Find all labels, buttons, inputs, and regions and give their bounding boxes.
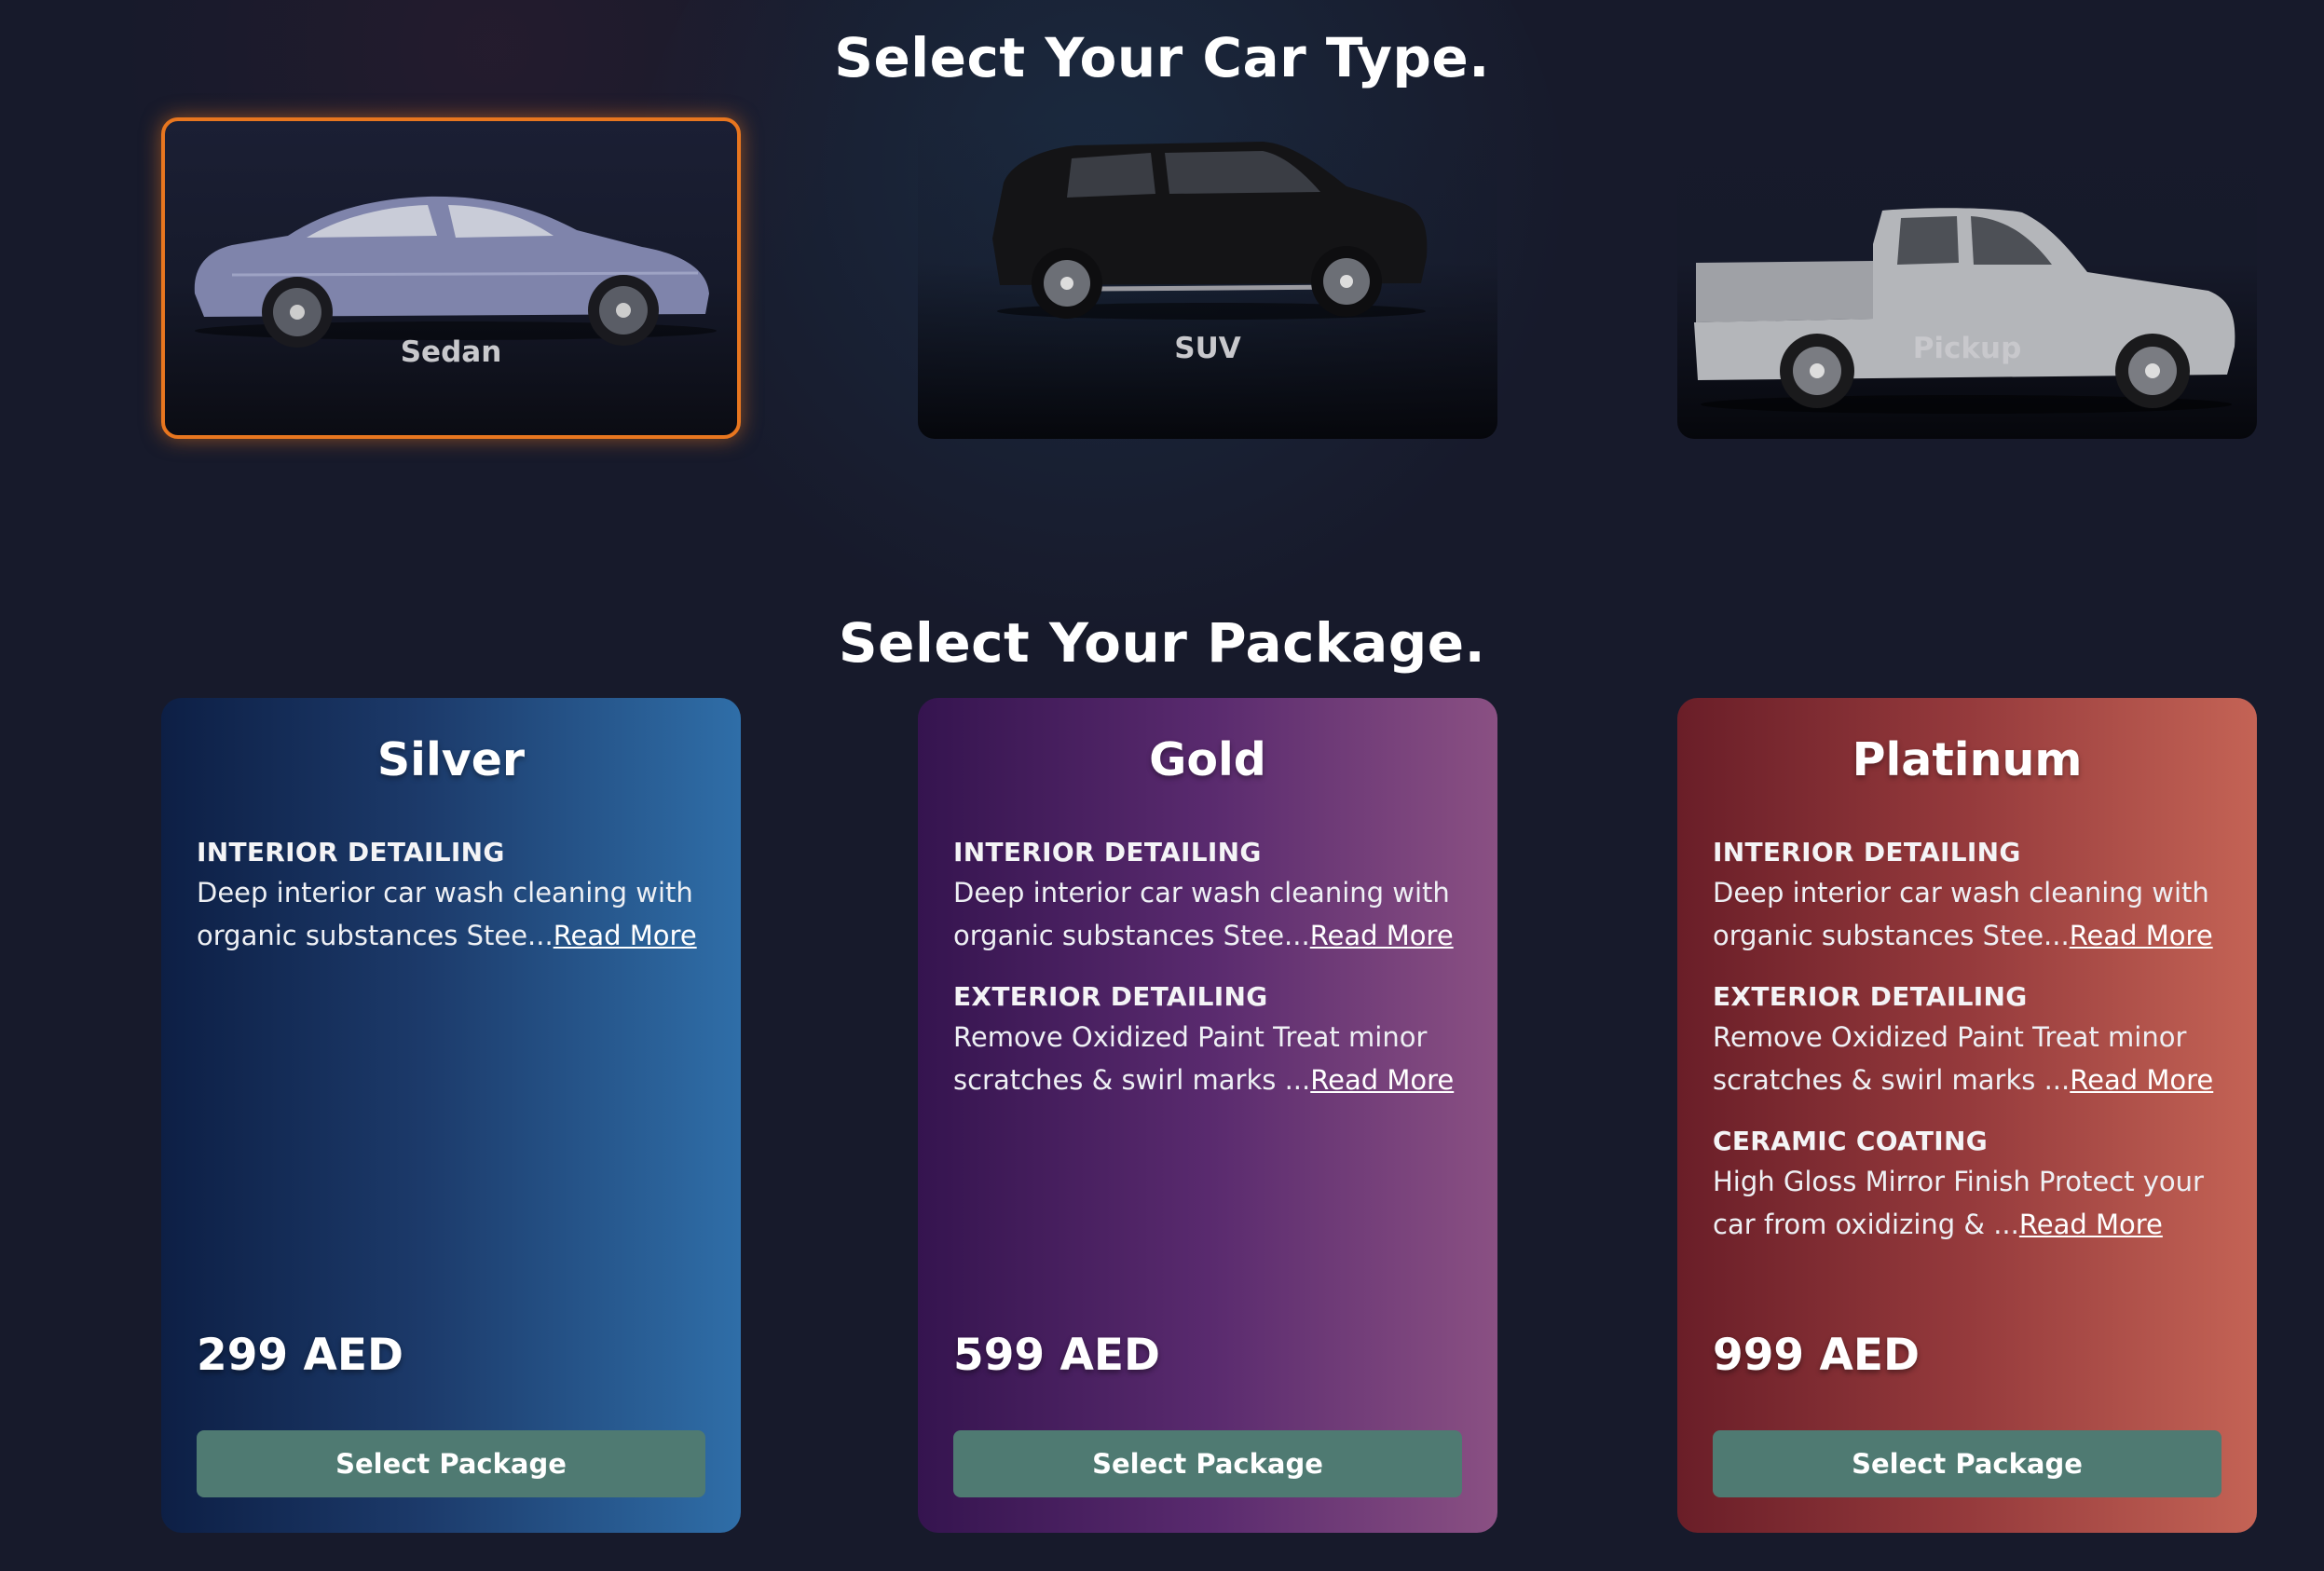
feature-title: INTERIOR DETAILING: [953, 837, 1262, 867]
feature-title: EXTERIOR DETAILING: [953, 981, 1268, 1012]
read-more-link[interactable]: Read More: [554, 920, 697, 951]
car-label-pickup: Pickup: [1912, 332, 2022, 365]
car-type-title: Select Your Car Type.: [834, 26, 1490, 89]
package-price: 999 AED: [1713, 1330, 1920, 1381]
feature-title: CERAMIC COATING: [1713, 1126, 1989, 1156]
car-card-sedan[interactable]: Sedan: [161, 117, 741, 439]
car-label-sedan: Sedan: [400, 335, 502, 369]
feature-exterior: EXTERIOR DETAILING Remove Oxidized Paint…: [953, 981, 1462, 1101]
feature-title: INTERIOR DETAILING: [1713, 837, 2021, 867]
package-name: Gold: [1149, 733, 1266, 786]
car-card-suv[interactable]: SUV: [918, 117, 1497, 439]
select-package-button[interactable]: Select Package: [953, 1430, 1462, 1497]
package-card-silver: Silver INTERIOR DETAILING Deep interior …: [161, 698, 741, 1533]
read-more-link[interactable]: Read More: [2070, 1064, 2213, 1096]
feature-interior: INTERIOR DETAILING Deep interior car was…: [197, 837, 705, 957]
read-more-link[interactable]: Read More: [2019, 1209, 2163, 1240]
feature-description: High Gloss Mirror Finish Protect your ca…: [1713, 1160, 2221, 1246]
car-card-pickup[interactable]: Pickup: [1677, 117, 2257, 439]
suv-car-image: [992, 142, 1428, 320]
select-package-button[interactable]: Select Package: [1713, 1430, 2221, 1497]
car-label-suv: SUV: [1174, 332, 1241, 365]
package-card-gold: Gold INTERIOR DETAILING Deep interior ca…: [918, 698, 1497, 1533]
feature-title: INTERIOR DETAILING: [197, 837, 505, 867]
feature-interior: INTERIOR DETAILING Deep interior car was…: [953, 837, 1462, 957]
package-card-platinum: Platinum INTERIOR DETAILING Deep interio…: [1677, 698, 2257, 1533]
feature-interior: INTERIOR DETAILING Deep interior car was…: [1713, 837, 2221, 957]
sedan-car-image: [194, 196, 717, 348]
feature-exterior: EXTERIOR DETAILING Remove Oxidized Paint…: [1713, 981, 2221, 1101]
package-name: Silver: [376, 733, 526, 786]
feature-description: Remove Oxidized Paint Treat minor scratc…: [1713, 1016, 2221, 1101]
feature-ceramic: CERAMIC COATING High Gloss Mirror Finish…: [1713, 1126, 2221, 1246]
package-title: Select Your Package.: [838, 611, 1486, 675]
select-package-button[interactable]: Select Package: [197, 1430, 705, 1497]
package-price: 599 AED: [953, 1330, 1160, 1381]
feature-description: Deep interior car wash cleaning with org…: [953, 871, 1462, 957]
feature-description: Deep interior car wash cleaning with org…: [1713, 871, 2221, 957]
read-more-link[interactable]: Read More: [1310, 920, 1454, 951]
feature-description: Remove Oxidized Paint Treat minor scratc…: [953, 1016, 1462, 1101]
read-more-link[interactable]: Read More: [2070, 920, 2213, 951]
package-price: 299 AED: [197, 1330, 403, 1381]
feature-description: Deep interior car wash cleaning with org…: [197, 871, 705, 957]
feature-title: EXTERIOR DETAILING: [1713, 981, 2028, 1012]
pickup-truck-image: [1694, 208, 2235, 414]
read-more-link[interactable]: Read More: [1310, 1064, 1454, 1096]
package-name: Platinum: [1852, 733, 2083, 786]
